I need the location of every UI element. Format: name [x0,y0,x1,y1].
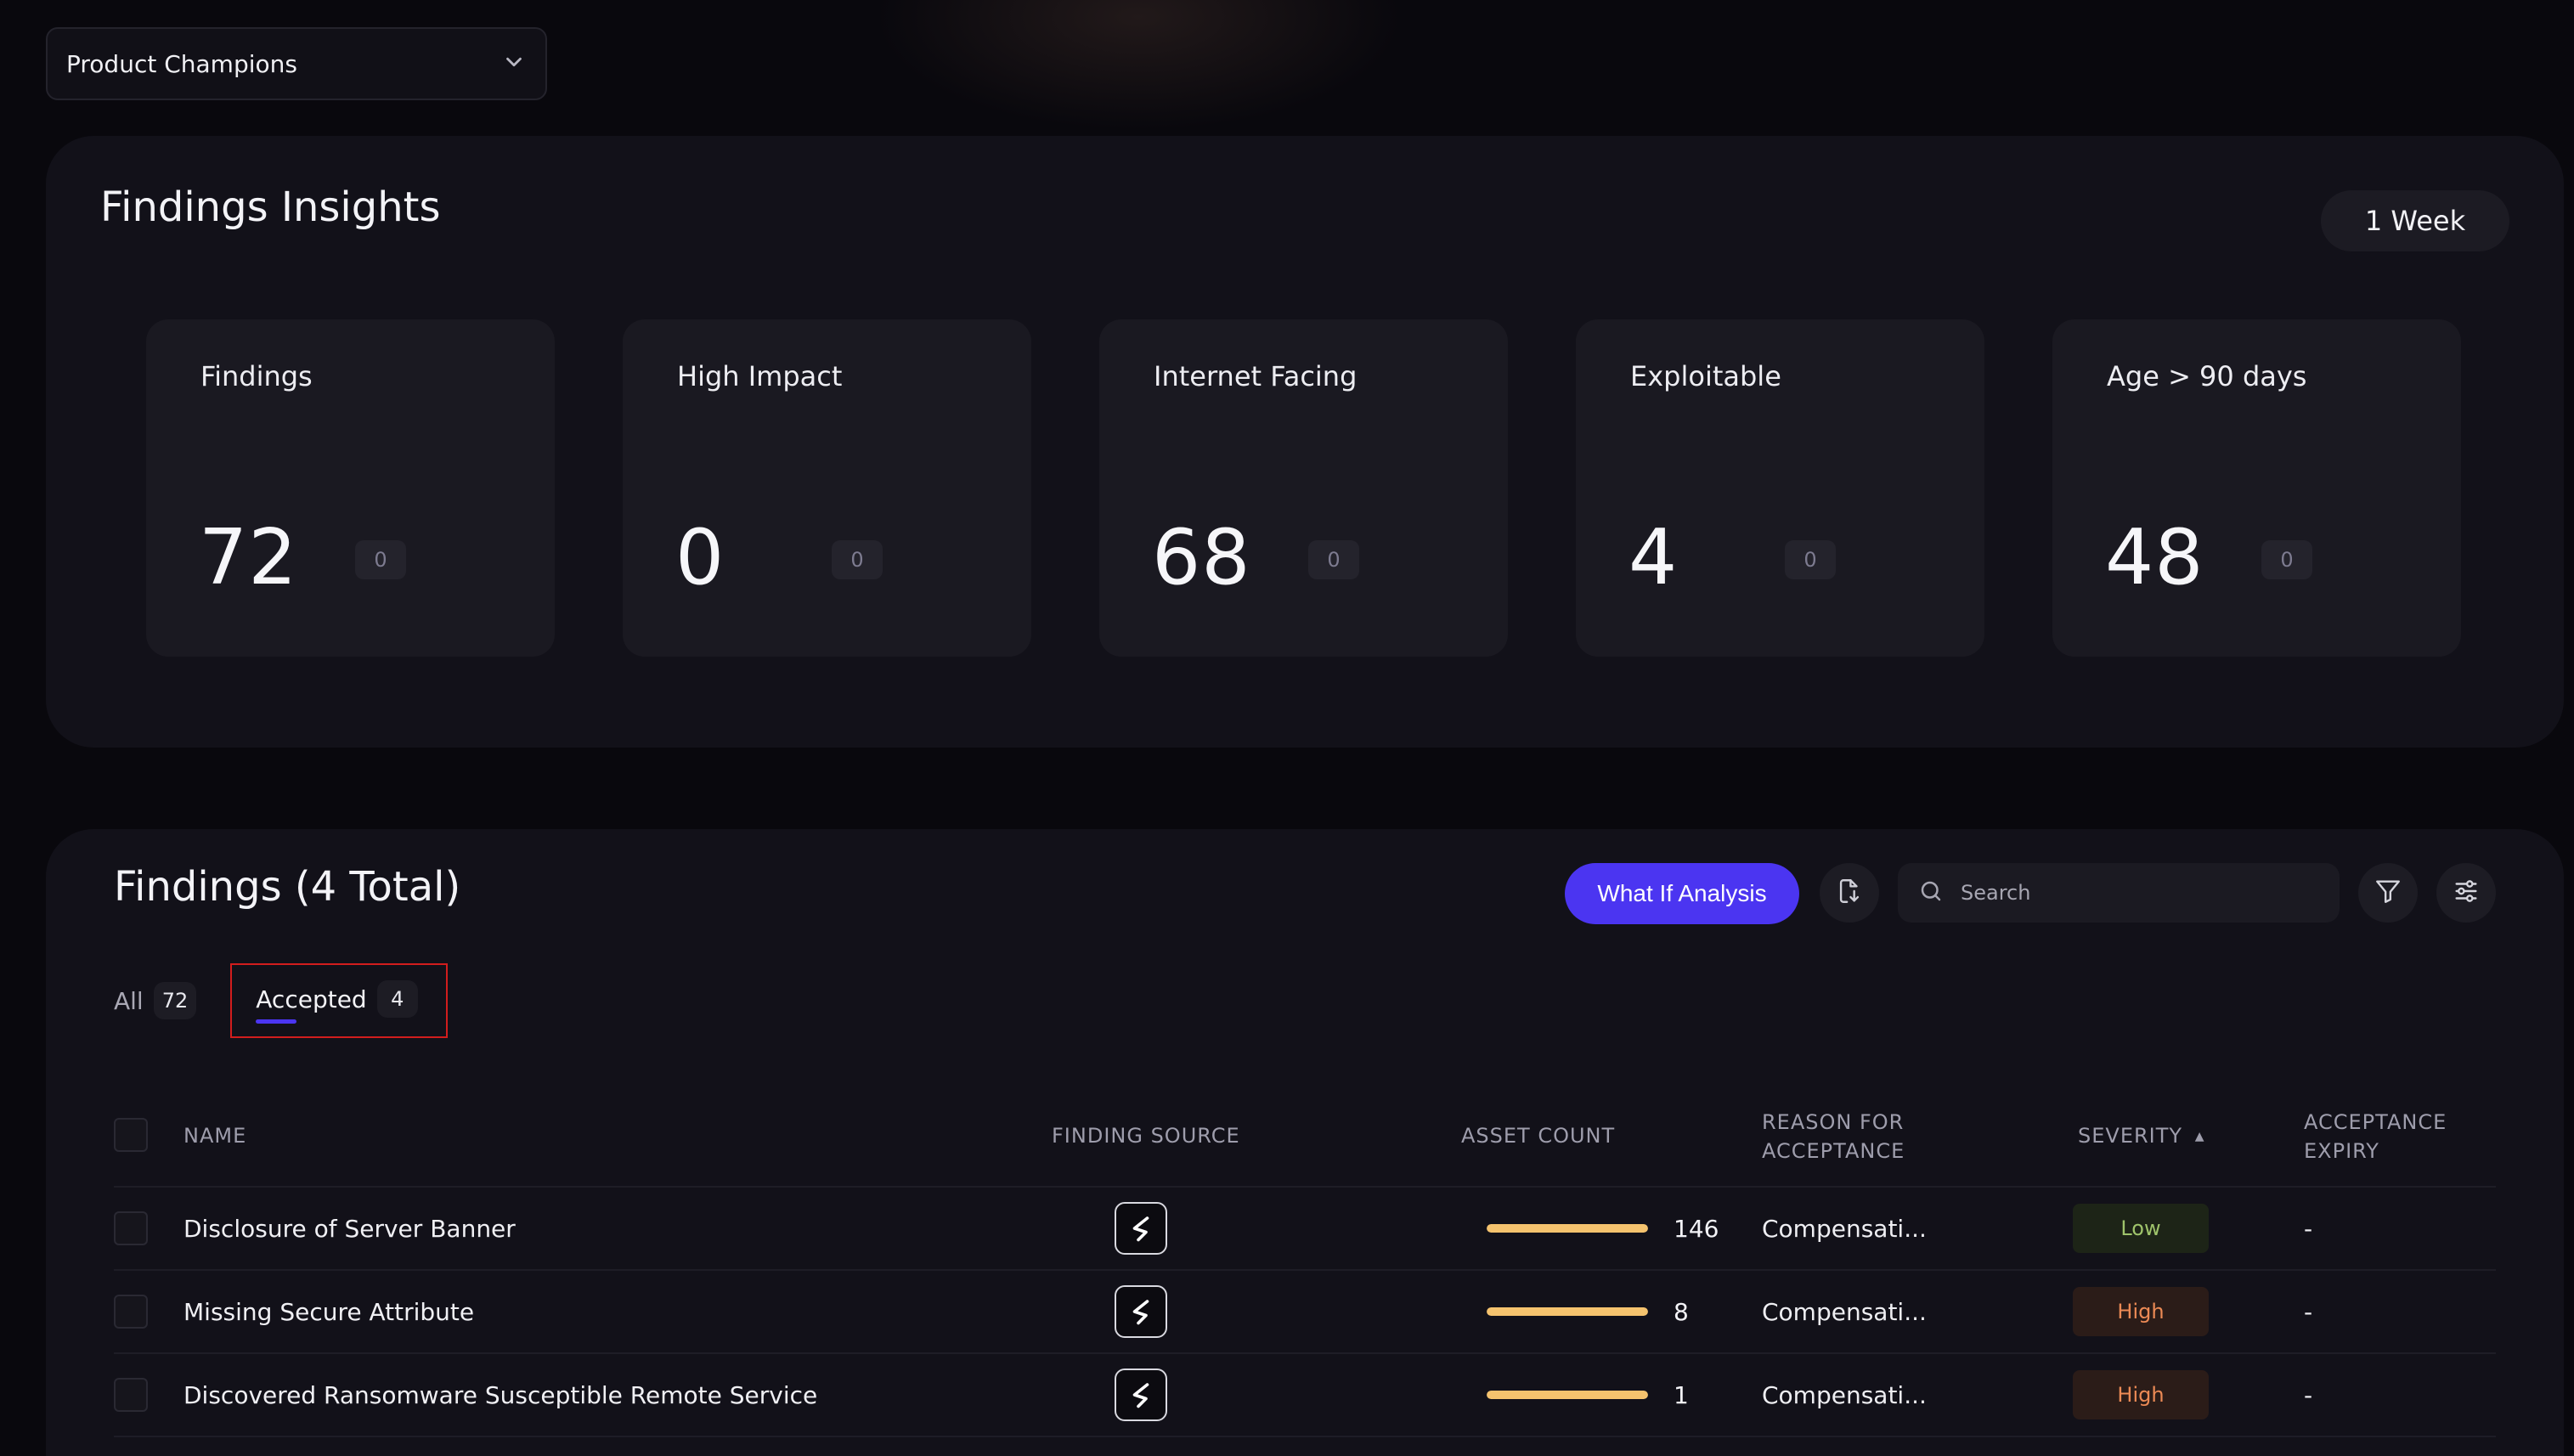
severity: Low [2073,1188,2209,1269]
card-delta-badge: 0 [832,540,883,579]
acceptance-reason: Compensati... [1762,1214,1927,1243]
finding-name[interactable]: Discovered Ransomware Susceptible Remote… [183,1354,817,1436]
card-value: 48 [2105,513,2204,602]
findings-table: NAME FINDING SOURCE ASSET COUNT REASON F… [114,1084,2496,1437]
finding-source [1115,1188,1167,1269]
sort-ascending-icon: ▲ [2194,1130,2205,1143]
card-delta-badge: 0 [2261,540,2312,579]
acceptance-reason: Compensati... [1762,1380,1927,1409]
bar-track [1487,1224,1648,1233]
asset-count-bar [1487,1271,1648,1352]
row-checkbox[interactable] [114,1295,148,1329]
insight-card-internet-facing[interactable]: Internet Facing 68 0 [1099,319,1508,657]
what-if-analysis-button[interactable]: What If Analysis [1565,863,1799,924]
column-header-name[interactable]: NAME [183,1121,246,1150]
bar-track [1487,1391,1648,1399]
card-value: 4 [1629,513,1679,602]
card-delta-badge: 0 [1308,540,1359,579]
column-header-asset-count[interactable]: ASSET COUNT [1461,1121,1615,1150]
page: Product Champions Findings Insights 1 We… [0,0,2574,1456]
asset-count: 8 [1674,1297,1689,1326]
time-range-button[interactable]: 1 Week [2321,190,2509,251]
insight-card-findings[interactable]: Findings 72 0 [146,319,555,657]
insight-cards: Findings 72 0 High Impact 0 0 Internet F… [146,319,2461,657]
card-value: 72 [199,513,298,602]
card-value: 68 [1152,513,1251,602]
card-label: Exploitable [1630,360,1781,392]
bar-fill [1487,1307,1648,1316]
card-label: High Impact [677,360,843,392]
search-box[interactable] [1898,863,2340,923]
source-logo-icon [1115,1202,1167,1255]
severity-badge: High [2073,1287,2209,1336]
tab-count-badge: 4 [376,980,418,1018]
insight-card-exploitable[interactable]: Exploitable 4 0 [1576,319,1984,657]
row-checkbox[interactable] [114,1378,148,1412]
tab-all[interactable]: All 72 [114,982,197,1019]
finding-name[interactable]: Missing Secure Attribute [183,1271,474,1352]
card-label: Internet Facing [1154,360,1358,392]
severity-badge: Low [2073,1204,2209,1253]
acceptance-expiry: - [2304,1214,2313,1243]
export-button[interactable] [1820,863,1879,923]
finding-name[interactable]: Disclosure of Server Banner [183,1188,516,1269]
bar-fill [1487,1391,1648,1399]
row-checkbox[interactable] [114,1211,148,1245]
bar-fill [1487,1224,1648,1233]
severity-header-label: SEVERITY [2078,1124,2183,1148]
search-icon [1918,878,1944,907]
card-delta-badge: 0 [1785,540,1836,579]
active-tab-indicator [256,1019,297,1024]
finding-source [1115,1354,1167,1436]
tab-count-badge: 72 [153,982,197,1019]
severity: High [2073,1354,2209,1436]
acceptance-reason: Compensati... [1762,1297,1927,1326]
finding-source [1115,1271,1167,1352]
acceptance-expiry: - [2304,1297,2313,1326]
source-logo-icon [1115,1285,1167,1338]
column-settings-button[interactable] [2436,863,2496,923]
filter-button[interactable] [2358,863,2418,923]
insights-title: Findings Insights [100,183,441,231]
source-logo-icon [1115,1369,1167,1421]
table-row[interactable]: Discovered Ransomware Susceptible Remote… [114,1354,2496,1437]
insight-card-age[interactable]: Age > 90 days 48 0 [2052,319,2461,657]
chevron-down-icon [501,49,527,78]
select-all-checkbox[interactable] [114,1118,148,1152]
tab-accepted[interactable]: Accepted 4 [230,963,449,1038]
download-file-icon [1835,877,1864,909]
team-dropdown[interactable]: Product Champions [46,27,547,100]
asset-count: 146 [1674,1214,1719,1243]
search-input[interactable] [1959,880,2319,906]
card-label: Age > 90 days [2107,360,2307,392]
column-header-finding-source[interactable]: FINDING SOURCE [1052,1121,1240,1150]
tab-label: Accepted [256,985,367,1013]
findings-panel: Findings (4 Total) What If Analysis Sear… [46,829,2564,1456]
findings-insights-panel: Findings Insights 1 Week Findings 72 0 H… [46,136,2564,748]
findings-title: Findings (4 Total) [114,863,461,911]
tab-label: All [114,986,144,1015]
card-delta-badge: 0 [355,540,406,579]
card-value: 0 [675,513,725,602]
card-label: Findings [200,360,313,392]
asset-count-bar [1487,1188,1648,1269]
table-row[interactable]: Disclosure of Server Banner 146 Compensa… [114,1188,2496,1271]
insight-card-high-impact[interactable]: High Impact 0 0 [623,319,1031,657]
severity-badge: High [2073,1370,2209,1419]
team-dropdown-label: Product Champions [66,49,297,78]
table-header: NAME FINDING SOURCE ASSET COUNT REASON F… [114,1084,2496,1188]
asset-count-bar [1487,1354,1648,1436]
column-header-reason[interactable]: REASON FOR ACCEPTANCE [1762,1108,1957,1165]
sliders-icon [2452,877,2481,909]
acceptance-expiry: - [2304,1380,2313,1409]
column-header-acceptance-expiry[interactable]: ACCEPTANCE EXPIRY [2304,1108,2491,1165]
severity: High [2073,1271,2209,1352]
asset-count: 1 [1674,1380,1689,1409]
column-header-severity[interactable]: SEVERITY ▲ [2078,1121,2204,1151]
findings-tabs: All 72 Accepted 4 [114,963,449,1038]
bar-track [1487,1307,1648,1316]
filter-icon [2374,877,2402,909]
table-row[interactable]: Missing Secure Attribute 8 Compensati...… [114,1271,2496,1354]
